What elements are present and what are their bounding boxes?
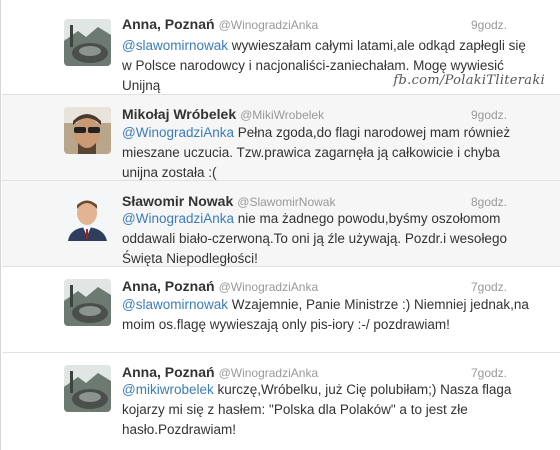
author-username[interactable]: @MikiWrobelek <box>240 108 324 122</box>
tweet-timestamp[interactable]: 7godz. <box>471 366 507 380</box>
avatar[interactable] <box>64 279 111 326</box>
author-name[interactable]: Anna, Poznań <box>122 16 215 32</box>
tweet-item[interactable]: Sławomir Nowak @SlawomirNowak 8godz. @Win… <box>2 181 560 267</box>
tweet-timestamp[interactable]: 9godz. <box>471 18 507 32</box>
mention-link[interactable]: @slawomirnowak <box>122 297 228 312</box>
tweet-timeline: Anna, Poznań @WinogradziAnka 9godz. @slaw… <box>0 0 560 450</box>
mention-link[interactable]: @mikiwrobelek <box>122 382 214 397</box>
author-username[interactable]: @WinogradziAnka <box>219 280 319 294</box>
avatar[interactable] <box>64 19 111 66</box>
author-name[interactable]: Mikołaj Wróbelek <box>122 106 236 122</box>
mention-link[interactable]: @WinogradziAnka <box>122 211 234 226</box>
tweet-text: @mikiwrobelek kurczę,Wróbelku, już Cię p… <box>122 380 532 440</box>
tweet-item[interactable]: Anna, Poznań @WinogradziAnka 7godz. @miki… <box>2 353 560 450</box>
watermark-text: fb.com/PolakiTliteraki <box>393 73 545 88</box>
tweet-item[interactable]: Mikołaj Wróbelek @MikiWrobelek 9godz. @Wi… <box>2 95 560 181</box>
tweet-item[interactable]: Anna, Poznań @WinogradziAnka 7godz. @slaw… <box>2 267 560 353</box>
tweet-timestamp[interactable]: 9godz. <box>471 108 507 122</box>
avatar[interactable] <box>64 194 111 241</box>
tweet-text: @WinogradziAnka Pełna zgoda,do flagi nar… <box>122 123 532 183</box>
avatar[interactable] <box>64 107 111 154</box>
author-username[interactable]: @SlawomirNowak <box>237 195 335 209</box>
tweet-timestamp[interactable]: 7godz. <box>471 280 507 294</box>
avatar[interactable] <box>64 365 111 412</box>
author-name[interactable]: Anna, Poznań <box>122 278 215 294</box>
author-username[interactable]: @WinogradziAnka <box>219 366 319 380</box>
author-name[interactable]: Sławomir Nowak <box>122 193 233 209</box>
author-name[interactable]: Anna, Poznań <box>122 364 215 380</box>
mention-link[interactable]: @WinogradziAnka <box>122 125 234 140</box>
tweet-item[interactable]: Anna, Poznań @WinogradziAnka 9godz. @slaw… <box>2 0 560 95</box>
tweet-text: @WinogradziAnka nie ma żadnego powodu,by… <box>122 209 532 269</box>
author-username[interactable]: @WinogradziAnka <box>219 18 319 32</box>
mention-link[interactable]: @slawomirnowak <box>122 38 228 53</box>
tweet-text: @slawomirnowak Wzajemnie, Panie Ministrz… <box>122 295 532 335</box>
tweet-timestamp[interactable]: 8godz. <box>471 195 507 209</box>
